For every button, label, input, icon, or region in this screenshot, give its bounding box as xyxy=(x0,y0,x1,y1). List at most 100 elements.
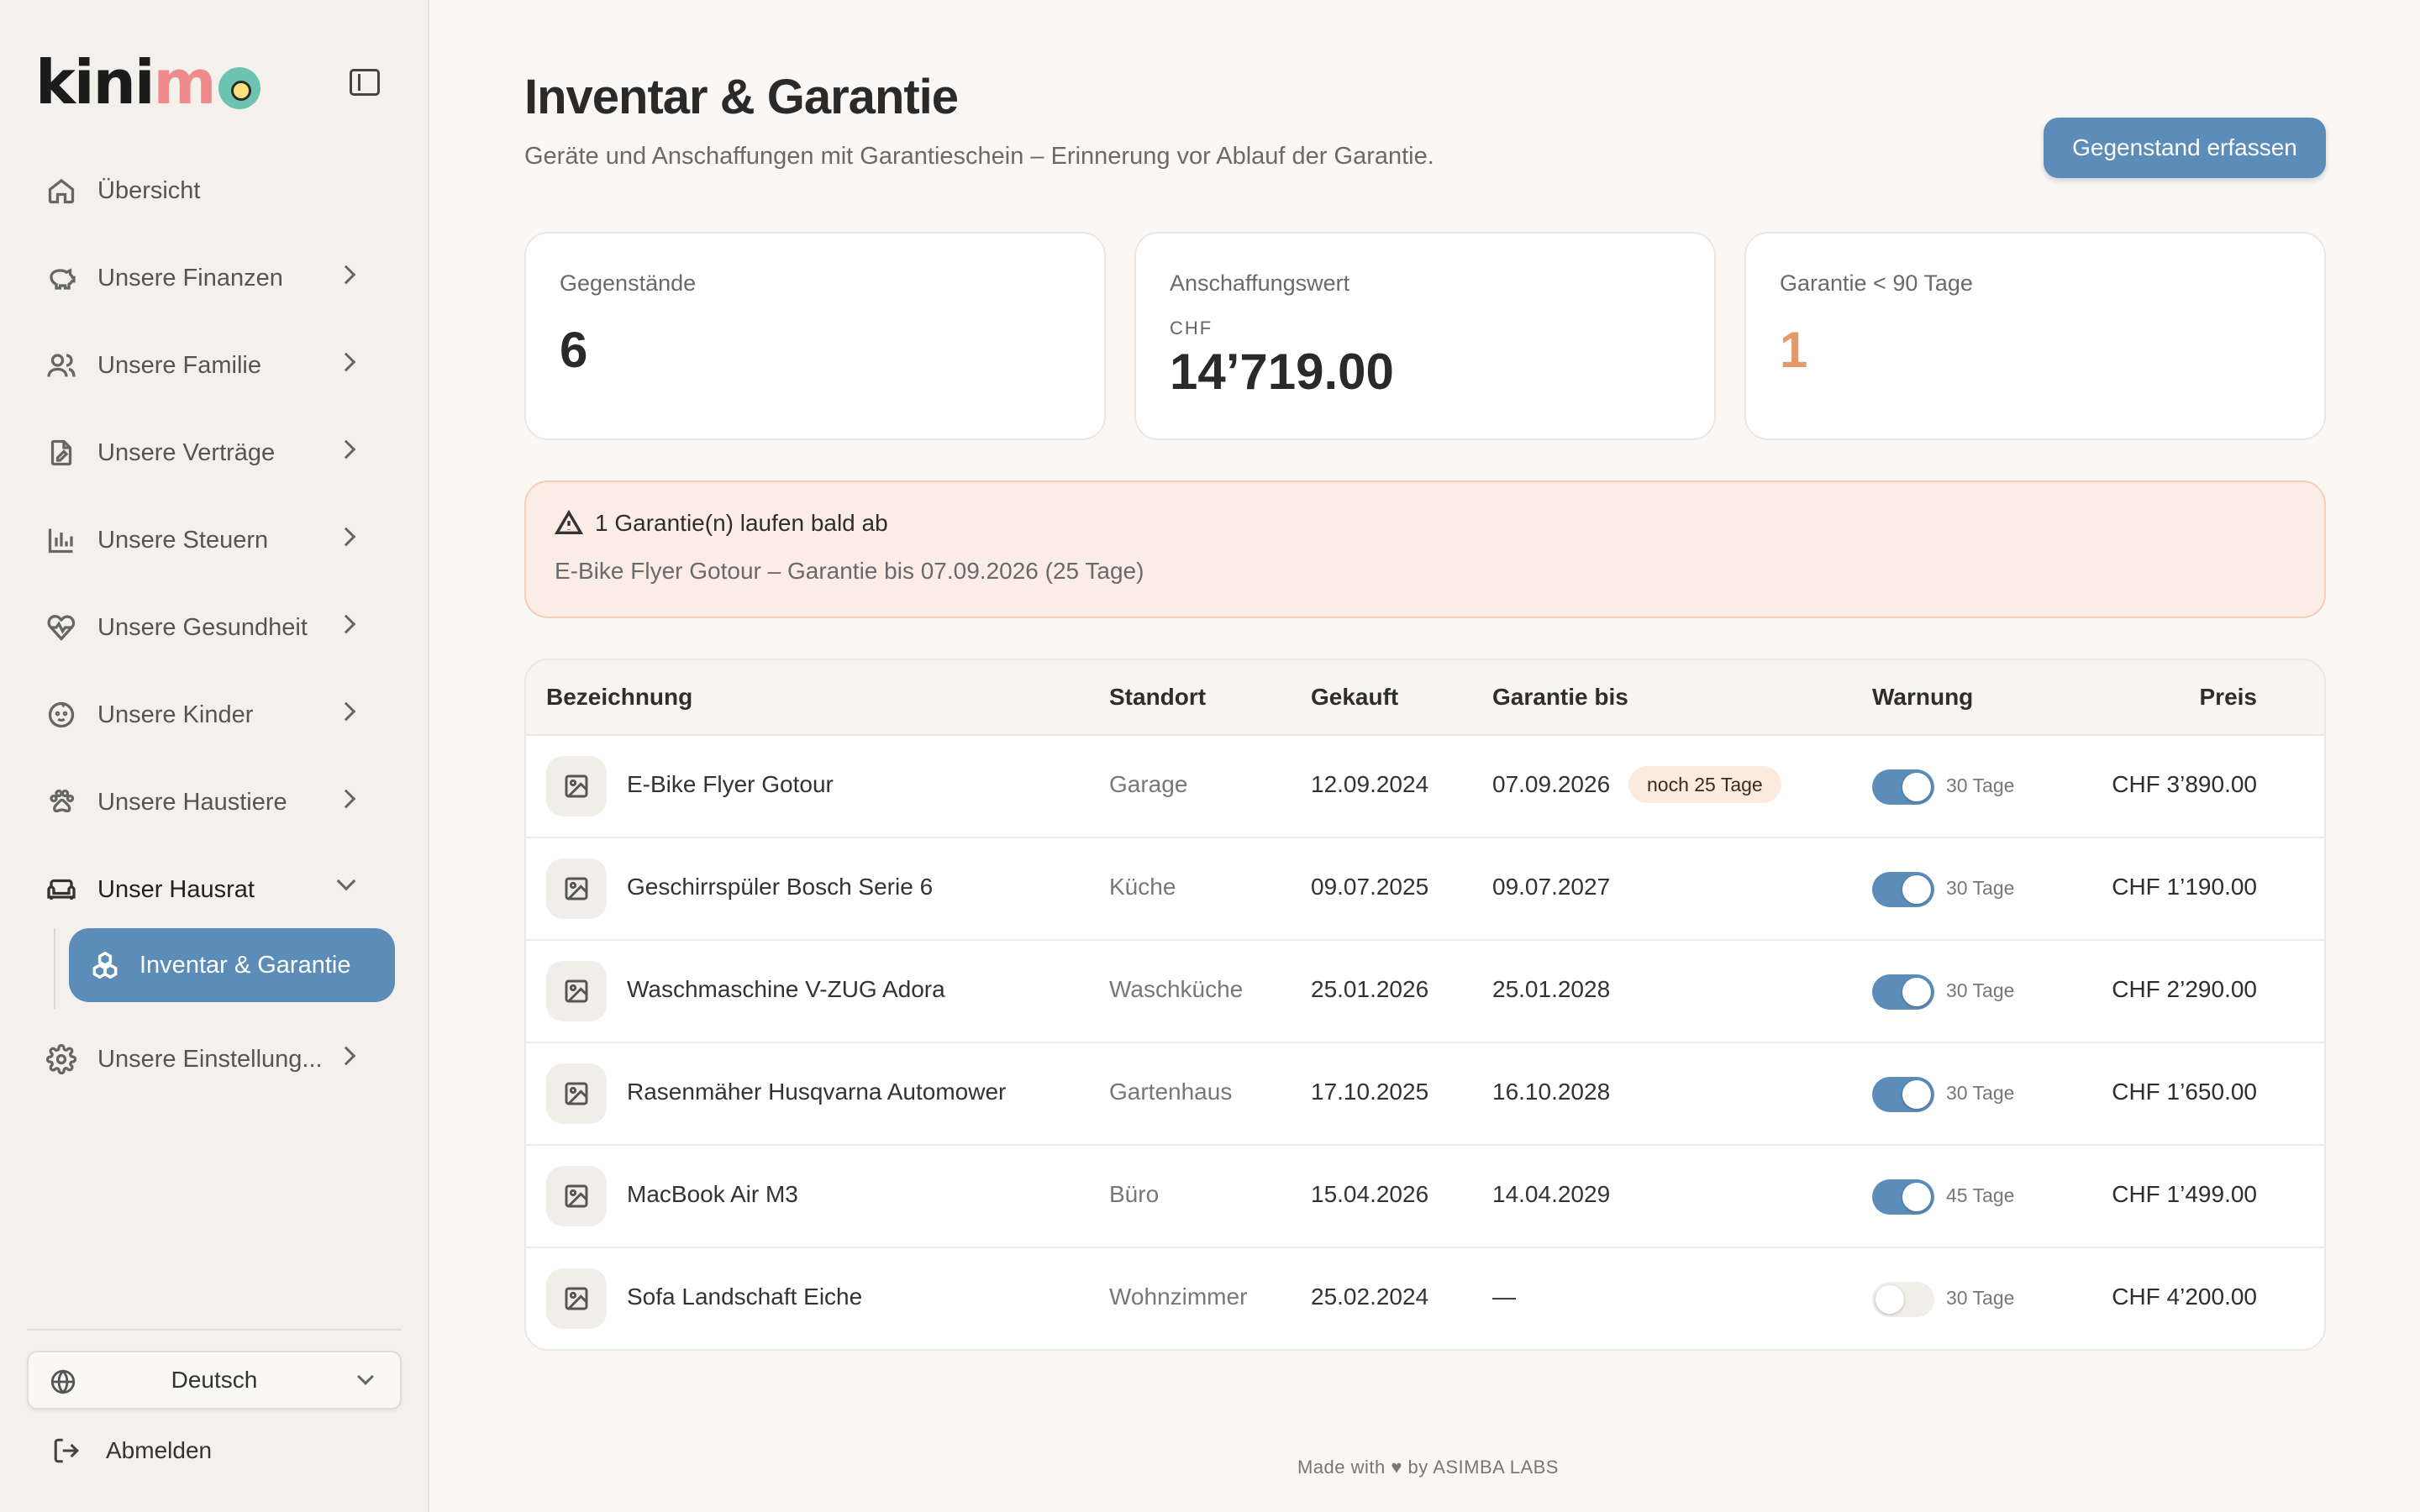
warning-days: 30 Tage xyxy=(1946,1287,2015,1309)
sidebar-item-kinder[interactable]: Unsere Kinder xyxy=(27,671,397,759)
cell-name: MacBook Air M3 xyxy=(627,1181,798,1207)
inventory-table: Bezeichnung Standort Gekauft Garantie bi… xyxy=(524,659,2326,1351)
stat-value: 1 xyxy=(1780,322,1808,378)
image-placeholder-icon[interactable] xyxy=(546,1268,607,1329)
language-label: Deutsch xyxy=(171,1367,258,1393)
sidebar-item-finanzen[interactable]: Unsere Finanzen xyxy=(27,234,397,322)
cell-location: Garage xyxy=(1109,771,1188,797)
sidebar-item-steuern[interactable]: Unsere Steuern xyxy=(27,496,397,584)
warning-toggle[interactable] xyxy=(1872,1282,1934,1317)
table-row[interactable]: E-Bike Flyer Gotour Garage 12.09.2024 07… xyxy=(526,736,2324,838)
sofa-icon xyxy=(45,874,77,906)
warning-days: 30 Tage xyxy=(1946,774,2015,796)
warning-toggle[interactable] xyxy=(1872,1077,1934,1112)
sidebar-item-label: Unsere Familie xyxy=(97,351,261,379)
sidebar-item-label: Unsere Einstellung... xyxy=(97,1045,323,1073)
cell-warranty: 07.09.2026 xyxy=(1492,771,1611,797)
sidebar: kini m Übersicht Unsere Finanzen Unsere F… xyxy=(0,0,429,1512)
logo-text-dark: kini xyxy=(35,47,155,118)
cell-price: CHF 4’200.00 xyxy=(2112,1284,2257,1310)
cell-location: Gartenhaus xyxy=(1109,1079,1233,1105)
cell-bought: 25.01.2026 xyxy=(1311,976,1429,1002)
page-subtitle: Geräte und Anschaffungen mit Garantiesch… xyxy=(524,143,1434,170)
warning-toggle[interactable] xyxy=(1872,974,1934,1010)
cell-bought: 25.02.2024 xyxy=(1311,1284,1429,1310)
warranty-alert: 1 Garantie(n) laufen bald ab E-Bike Flye… xyxy=(524,480,2326,618)
chevron-right-icon xyxy=(336,614,356,634)
warning-toggle[interactable] xyxy=(1872,872,1934,907)
table-row[interactable]: MacBook Air M3 Büro 15.04.2026 14.04.202… xyxy=(526,1146,2324,1248)
users-icon xyxy=(45,349,77,381)
column-header-name[interactable]: Bezeichnung xyxy=(546,684,692,711)
sidebar-subnav: Inventar & Garantie xyxy=(27,928,397,1009)
cell-bought: 12.09.2024 xyxy=(1311,771,1429,797)
stat-card-items: Gegenstände 6 xyxy=(524,232,1106,440)
warning-days: 45 Tage xyxy=(1946,1184,2015,1206)
language-select[interactable]: Deutsch xyxy=(27,1351,402,1410)
sidebar-item-hausrat[interactable]: Unser Hausrat xyxy=(27,846,397,933)
stat-label: Garantie < 90 Tage xyxy=(1780,270,1973,296)
sidebar-item-haustiere[interactable]: Unsere Haustiere xyxy=(27,759,397,846)
alert-title-row: 1 Garantie(n) laufen bald ab xyxy=(555,509,888,538)
table-row[interactable]: Sofa Landschaft Eiche Wohnzimmer 25.02.2… xyxy=(526,1248,2324,1349)
chevron-right-icon xyxy=(336,701,356,722)
cell-name: Sofa Landschaft Eiche xyxy=(627,1284,863,1310)
sidebar-item-label: Unsere Verträge xyxy=(97,438,276,466)
logo[interactable]: kini m xyxy=(35,45,260,113)
sidebar-collapse-icon[interactable] xyxy=(350,69,380,96)
column-header-warranty[interactable]: Garantie bis xyxy=(1492,684,1628,711)
logo-text-pink: m xyxy=(153,47,217,118)
sidebar-nav: Übersicht Unsere Finanzen Unsere Familie… xyxy=(27,147,397,1103)
table-row[interactable]: Waschmaschine V-ZUG Adora Waschküche 25.… xyxy=(526,941,2324,1043)
column-header-location[interactable]: Standort xyxy=(1109,684,1206,711)
warning-triangle-icon xyxy=(555,509,583,535)
sidebar-item-label: Übersicht xyxy=(97,176,201,204)
page-title: Inventar & Garantie xyxy=(524,70,959,124)
cell-name: Rasenmäher Husqvarna Automower xyxy=(627,1079,1007,1105)
add-item-button[interactable]: Gegenstand erfassen xyxy=(2044,118,2326,178)
sidebar-item-uebersicht[interactable]: Übersicht xyxy=(27,147,397,234)
chevron-right-icon xyxy=(336,1046,356,1066)
sidebar-subitem-inventar[interactable]: Inventar & Garantie xyxy=(69,928,395,1002)
cell-bought: 17.10.2025 xyxy=(1311,1079,1429,1105)
cell-warranty: 25.01.2028 xyxy=(1492,976,1611,1002)
image-placeholder-icon[interactable] xyxy=(546,858,607,919)
image-placeholder-icon[interactable] xyxy=(546,961,607,1021)
cell-location: Waschküche xyxy=(1109,976,1244,1002)
sidebar-subitem-label: Inventar & Garantie xyxy=(139,951,351,979)
logout-button[interactable]: Abmelden xyxy=(52,1436,212,1465)
chevron-down-icon xyxy=(357,1368,374,1385)
cell-warranty: 16.10.2028 xyxy=(1492,1079,1611,1105)
alert-title: 1 Garantie(n) laufen bald ab xyxy=(595,510,888,536)
image-placeholder-icon[interactable] xyxy=(546,756,607,816)
sidebar-item-label: Unsere Finanzen xyxy=(97,264,283,291)
image-placeholder-icon[interactable] xyxy=(546,1166,607,1226)
warning-toggle[interactable] xyxy=(1872,1179,1934,1215)
heart-pulse-icon xyxy=(45,612,77,643)
sidebar-item-vertraege[interactable]: Unsere Verträge xyxy=(27,409,397,496)
column-header-warning[interactable]: Warnung xyxy=(1872,684,1973,711)
sidebar-item-label: Unsere Steuern xyxy=(97,526,269,554)
sidebar-item-einstellungen[interactable]: Unsere Einstellung... xyxy=(27,1016,397,1103)
sidebar-divider xyxy=(27,1329,402,1331)
column-header-bought[interactable]: Gekauft xyxy=(1311,684,1398,711)
warranty-remaining-badge: noch 25 Tage xyxy=(1628,766,1781,803)
table-row[interactable]: Rasenmäher Husqvarna Automower Gartenhau… xyxy=(526,1043,2324,1146)
sidebar-item-gesundheit[interactable]: Unsere Gesundheit xyxy=(27,584,397,671)
table-header: Bezeichnung Standort Gekauft Garantie bi… xyxy=(526,660,2324,736)
sidebar-item-familie[interactable]: Unsere Familie xyxy=(27,322,397,409)
cell-name: Waschmaschine V-ZUG Adora xyxy=(627,976,945,1002)
alert-body: E-Bike Flyer Gotour – Garantie bis 07.09… xyxy=(555,558,1144,584)
document-edit-icon xyxy=(45,437,77,469)
warning-days: 30 Tage xyxy=(1946,1082,2015,1104)
image-placeholder-icon[interactable] xyxy=(546,1063,607,1124)
table-row[interactable]: Geschirrspüler Bosch Serie 6 Küche 09.07… xyxy=(526,838,2324,941)
cell-name: E-Bike Flyer Gotour xyxy=(627,771,834,797)
chevron-right-icon xyxy=(336,789,356,809)
baby-icon xyxy=(45,699,77,731)
cell-price: CHF 3’890.00 xyxy=(2112,771,2257,797)
column-header-price[interactable]: Preis xyxy=(2200,684,2258,711)
footer-credit: Made with ♥ by ASIMBA LABS xyxy=(1297,1457,1559,1478)
logout-label: Abmelden xyxy=(106,1437,213,1463)
warning-toggle[interactable] xyxy=(1872,769,1934,805)
